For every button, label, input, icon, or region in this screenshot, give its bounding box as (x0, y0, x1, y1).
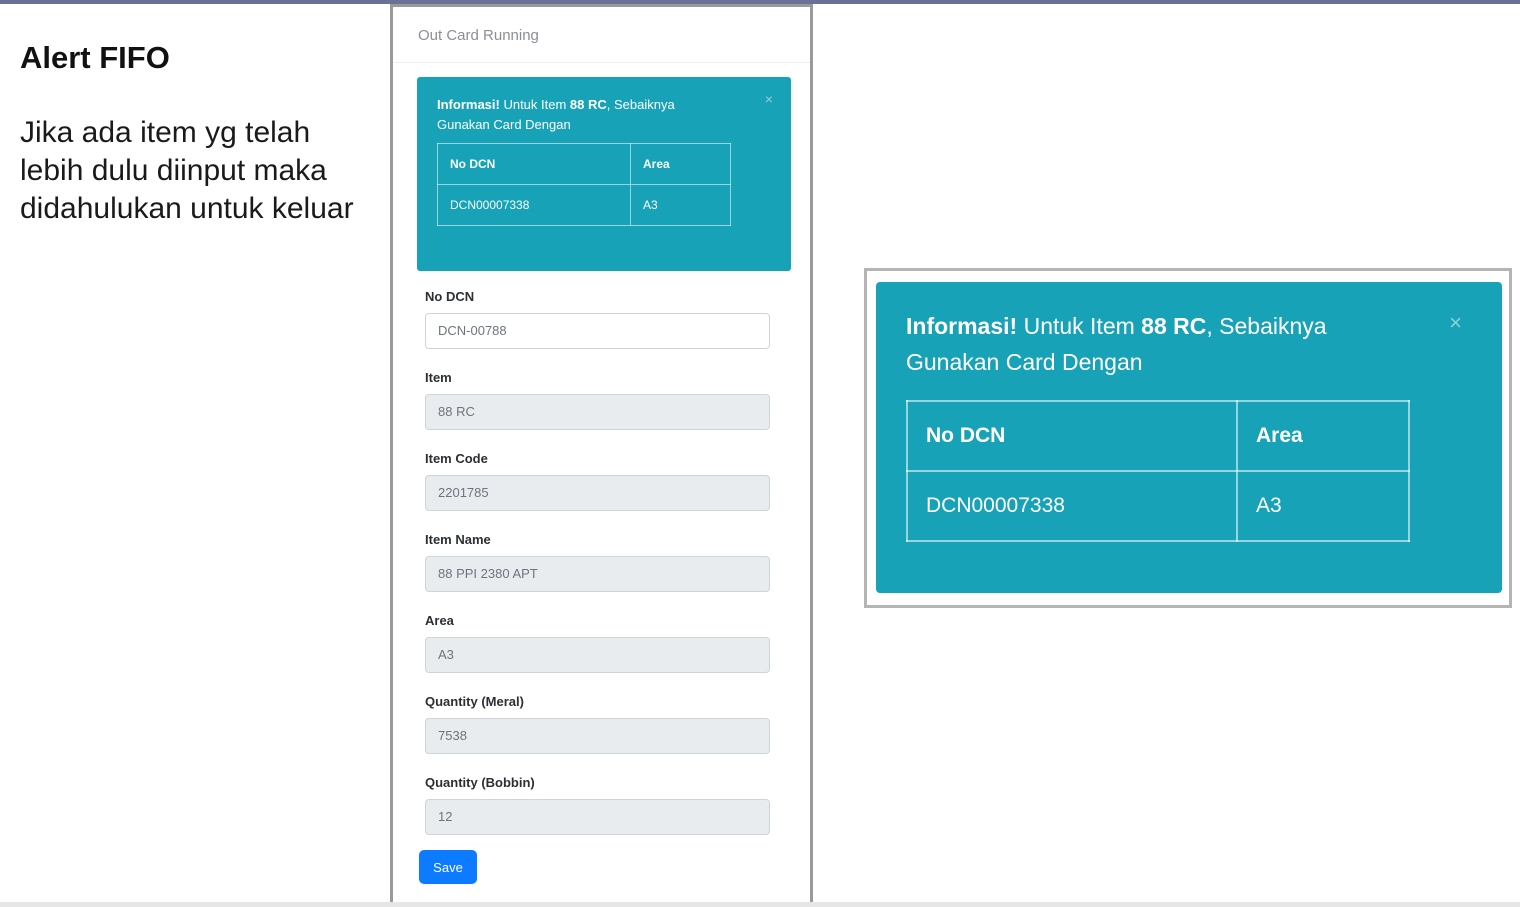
field-quantity-bobbin: Quantity (Bobbin) 12 (425, 773, 770, 854)
quantity-bobbin-input[interactable]: 12 (425, 799, 770, 835)
cell-dcn: DCN00007338 (437, 184, 631, 226)
alert-item: 88 RC (1141, 313, 1207, 339)
column-header-dcn: No DCN (437, 143, 631, 185)
field-label: Quantity (Meral) (425, 694, 524, 709)
table-header-row: No DCN Area (906, 400, 1410, 472)
page-title: Out Card Running (393, 7, 810, 63)
cell-area: A3 (630, 184, 731, 226)
bottom-border-strip (0, 902, 1520, 907)
field-item-name: Item Name 88 PPI 2380 APT (425, 530, 770, 611)
field-no-dcn: No DCN DCN-00788 (425, 287, 770, 368)
column-header-dcn: No DCN (906, 400, 1238, 472)
field-label: Area (425, 613, 454, 628)
save-button[interactable]: Save (419, 850, 477, 884)
alert-mid: Untuk Item (499, 97, 570, 112)
quantity-meral-input[interactable]: 7538 (425, 718, 770, 754)
column-header-area: Area (1236, 400, 1410, 472)
field-label: Item Name (425, 532, 491, 547)
table-row: DCN00007338 A3 (906, 470, 1410, 542)
fifo-alert-zoomed: Informasi! Untuk Item 88 RC, Sebaiknya G… (876, 282, 1502, 593)
item-name-input[interactable]: 88 PPI 2380 APT (425, 556, 770, 592)
alert-mid: Untuk Item (1017, 313, 1142, 339)
app-screenshot-frame: Out Card Running Informasi! Untuk Item 8… (390, 4, 813, 907)
field-item: Item 88 RC (425, 368, 770, 449)
field-label: Item (425, 370, 452, 385)
field-label: Item Code (425, 451, 488, 466)
alert-message: Informasi! Untuk Item 88 RC, Sebaiknya G… (437, 95, 727, 135)
annotation-title: Alert FIFO (20, 40, 170, 75)
item-input[interactable]: 88 RC (425, 394, 770, 430)
close-icon[interactable]: × (1449, 310, 1462, 336)
fifo-table: No DCN Area DCN00007338 A3 (906, 400, 1410, 542)
field-quantity-meral: Quantity (Meral) 7538 (425, 692, 770, 773)
alert-item: 88 RC (569, 97, 607, 112)
field-label: No DCN (425, 289, 475, 304)
out-card-form: No DCN DCN-00788 Item 88 RC Item Code 22… (425, 287, 770, 854)
area-input[interactable]: A3 (425, 637, 770, 673)
fifo-alert: Informasi! Untuk Item 88 RC, Sebaiknya G… (417, 77, 791, 271)
column-header-area: Area (630, 143, 731, 185)
alert-message: Informasi! Untuk Item 88 RC, Sebaiknya G… (906, 308, 1386, 380)
alert-prefix: Informasi! (906, 313, 1018, 339)
annotation-body: Jika ada item yg telah lebih dulu diinpu… (20, 116, 354, 225)
field-item-code: Item Code 2201785 (425, 449, 770, 530)
table-row: DCN00007338 A3 (437, 184, 731, 226)
alert-prefix: Informasi! (437, 97, 500, 112)
cell-dcn: DCN00007338 (906, 470, 1238, 542)
item-code-input[interactable]: 2201785 (425, 475, 770, 511)
close-icon[interactable]: × (765, 91, 773, 107)
fifo-table: No DCN Area DCN00007338 A3 (437, 143, 731, 226)
field-area: Area A3 (425, 611, 770, 692)
annotation-panel: Alert FIFO Jika ada item yg telah lebih … (20, 40, 365, 228)
table-header-row: No DCN Area (437, 143, 731, 185)
alert-zoom-callout: Informasi! Untuk Item 88 RC, Sebaiknya G… (864, 268, 1512, 608)
cell-area: A3 (1236, 470, 1410, 542)
no-dcn-input[interactable]: DCN-00788 (425, 313, 770, 349)
field-label: Quantity (Bobbin) (425, 775, 535, 790)
